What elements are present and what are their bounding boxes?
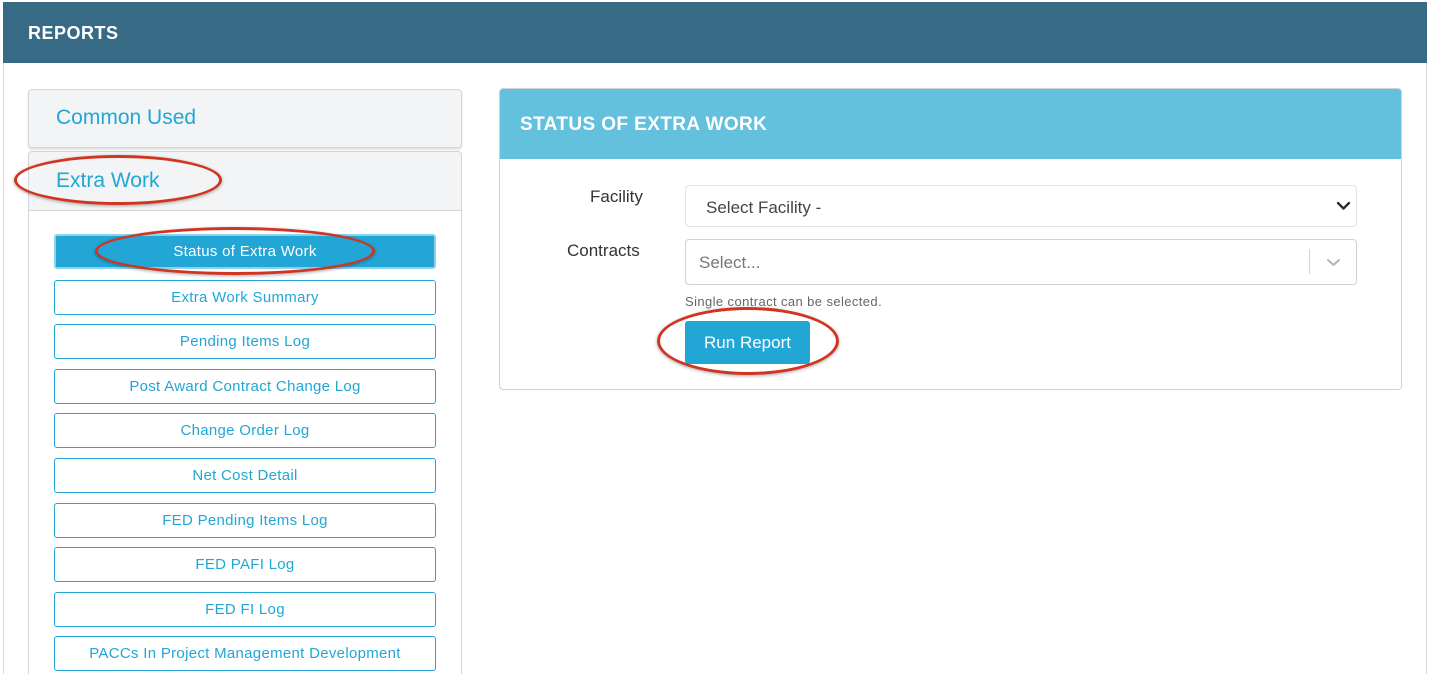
select-separator [1309, 249, 1310, 274]
report-fed-pending-items-log[interactable]: FED Pending Items Log [54, 503, 436, 538]
chevron-down-icon [1336, 201, 1351, 210]
report-fed-pafi-log[interactable]: FED PAFI Log [54, 547, 436, 582]
report-extra-work-summary[interactable]: Extra Work Summary [54, 280, 436, 315]
accordion-common-used-label: Common Used [56, 106, 197, 129]
report-pending-items-log[interactable]: Pending Items Log [54, 324, 436, 359]
report-change-order-log[interactable]: Change Order Log [54, 413, 436, 448]
report-post-award-contract-change-log[interactable]: Post Award Contract Change Log [54, 369, 436, 404]
report-fed-fi-log[interactable]: FED FI Log [54, 592, 436, 627]
contracts-select[interactable]: Select... [685, 239, 1357, 285]
top-header: REPORTS [3, 2, 1427, 63]
report-panel-title: STATUS OF EXTRA WORK [520, 114, 768, 135]
page-title: REPORTS [28, 23, 119, 43]
contracts-help-text: Single contract can be selected. [685, 294, 883, 309]
accordion-extra-work[interactable]: Extra Work [28, 151, 462, 211]
report-net-cost-detail[interactable]: Net Cost Detail [54, 458, 436, 493]
contracts-select-placeholder: Select... [699, 253, 761, 272]
report-paccs-in-project-management-development[interactable]: PACCs In Project Management Development [54, 636, 436, 671]
facility-label: Facility [590, 187, 643, 206]
accordion-common-used[interactable]: Common Used [28, 89, 462, 148]
report-panel-header: STATUS OF EXTRA WORK [500, 89, 1401, 159]
chevron-down-icon[interactable] [1326, 258, 1341, 267]
report-status-of-extra-work[interactable]: Status of Extra Work [54, 234, 436, 269]
run-report-button[interactable]: Run Report [685, 321, 810, 364]
facility-select-value: Select Facility - [706, 198, 822, 217]
accordion-extra-work-label: Extra Work [56, 169, 160, 192]
contracts-label: Contracts [567, 241, 640, 260]
facility-select[interactable]: Select Facility - [685, 185, 1357, 227]
